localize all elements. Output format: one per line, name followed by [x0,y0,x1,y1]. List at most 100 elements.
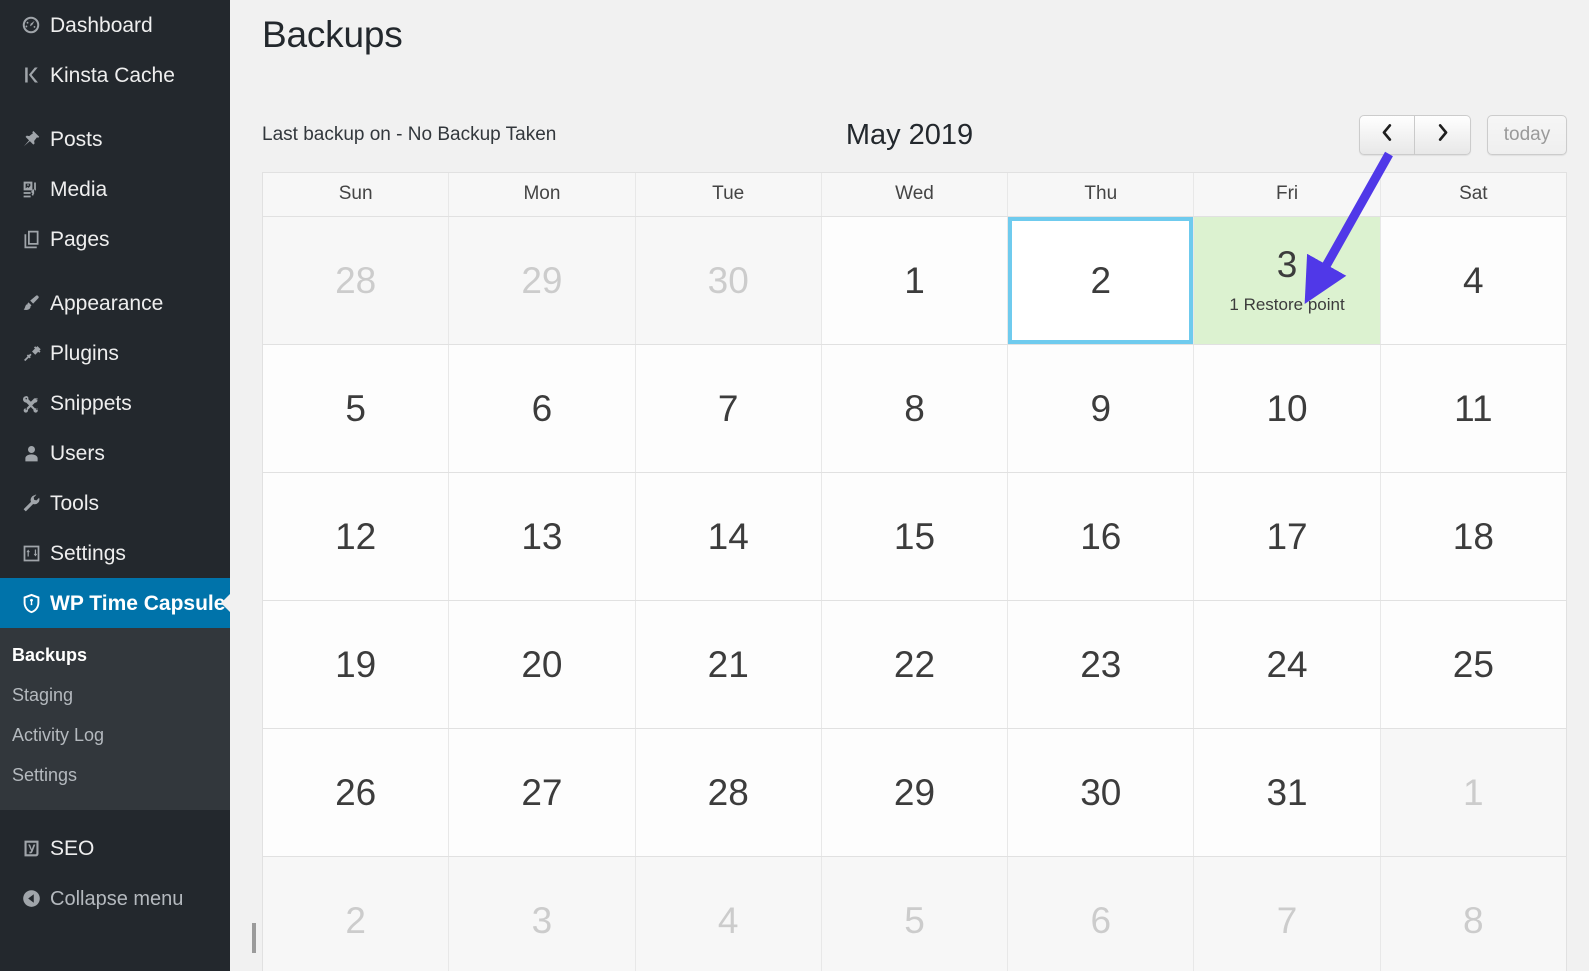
calendar-day-cell[interactable]: 10 [1193,345,1379,472]
sidebar-item-posts[interactable]: Posts [0,114,230,164]
calendar-day-cell[interactable]: 6 [448,345,634,472]
calendar-day-number: 23 [1080,646,1121,683]
sidebar-item-label: Media [50,179,107,200]
calendar-day-number: 28 [335,262,376,299]
calendar-day-cell[interactable]: 22 [821,601,1007,728]
sidebar-item-seo[interactable]: SEO [0,824,230,874]
calendar-day-cell[interactable]: 23 [1007,601,1193,728]
calendar-day-cell[interactable]: 4 [635,857,821,971]
calendar-day-cell[interactable]: 6 [1007,857,1193,971]
calendar-day-cell[interactable]: 28 [263,217,448,344]
collapse-arrow-icon [12,888,50,909]
sidebar-group-primary: Dashboard Kinsta Cache Posts Media [0,0,230,924]
sidebar-item-snippets[interactable]: Snippets [0,378,230,428]
prev-month-button[interactable] [1359,115,1415,155]
sidebar-item-dashboard[interactable]: Dashboard [0,0,230,50]
calendar-day-cell[interactable]: 14 [635,473,821,600]
calendar-day-number: 3 [532,902,553,939]
calendar-day-number: 4 [718,902,739,939]
sidebar-subitem-staging[interactable]: Staging [0,676,230,716]
calendar-day-cell[interactable]: 5 [821,857,1007,971]
calendar-day-number: 10 [1266,390,1307,427]
pin-icon [12,129,50,150]
sidebar-item-appearance[interactable]: Appearance [0,278,230,328]
sidebar-item-tools[interactable]: Tools [0,478,230,528]
calendar-day-cell[interactable]: 19 [263,601,448,728]
calendar-day-cell[interactable]: 27 [448,729,634,856]
calendar-day-cell[interactable]: 1 [821,217,1007,344]
calendar-day-number: 28 [708,774,749,811]
calendar-day-number: 18 [1453,518,1494,555]
plug-icon [12,343,50,364]
calendar-day-cell[interactable]: 4 [1380,217,1566,344]
restore-point-label[interactable]: 1 Restore point [1229,295,1344,315]
calendar-day-cell[interactable]: 8 [1380,857,1566,971]
sidebar-item-label: Snippets [50,393,132,414]
calendar-day-cell[interactable]: 30 [635,217,821,344]
sidebar-item-plugins[interactable]: Plugins [0,328,230,378]
calendar-day-cell[interactable]: 9 [1007,345,1193,472]
sidebar-subitem-activity-log[interactable]: Activity Log [0,716,230,756]
sidebar-subitem-settings[interactable]: Settings [0,756,230,796]
calendar-day-cell[interactable]: 11 [1380,345,1566,472]
sidebar-item-media[interactable]: Media [0,164,230,214]
calendar-day-number: 20 [521,646,562,683]
calendar-day-cell[interactable]: 31 Restore point [1193,217,1379,344]
calendar-day-number: 31 [1266,774,1307,811]
sidebar-item-pages[interactable]: Pages [0,214,230,264]
calendar-weeks: 2829301231 Restore point4567891011121314… [263,216,1566,971]
calendar-day-cell[interactable]: 21 [635,601,821,728]
calendar-day-cell[interactable]: 2 [1007,217,1193,344]
calendar-day-number: 7 [718,390,739,427]
calendar-day-cell[interactable]: 1 [1380,729,1566,856]
sidebar-item-users[interactable]: Users [0,428,230,478]
calendar-week-row: 121314 15 1617 18 [263,472,1566,600]
sidebar-item-kinsta-cache[interactable]: Kinsta Cache [0,50,230,100]
calendar-day-cell[interactable]: 17 [1193,473,1379,600]
admin-sidebar: Dashboard Kinsta Cache Posts Media [0,0,230,971]
calendar-day-cell[interactable]: 20 [448,601,634,728]
calendar-day-number: 30 [708,262,749,299]
page-title: Backups [230,0,1589,56]
sidebar-item-collapse-menu[interactable]: Collapse menu [0,874,230,924]
calendar-day-number: 30 [1080,774,1121,811]
calendar-day-number: 1 [904,262,925,299]
sidebar-item-label: Dashboard [50,15,153,36]
calendar-day-cell[interactable]: 12 [263,473,448,600]
calendar-day-cell[interactable]: 25 [1380,601,1566,728]
sidebar-divider [0,810,230,824]
calendar-day-number: 25 [1453,646,1494,683]
calendar-day-cell[interactable]: 31 [1193,729,1379,856]
media-icon [12,179,50,200]
calendar-day-cell[interactable]: 8 [821,345,1007,472]
calendar-day-number: 2 [1090,262,1111,299]
calendar-day-cell[interactable]: 5 [263,345,448,472]
calendar-day-number: 19 [335,646,376,683]
calendar-day-cell[interactable]: 13 [448,473,634,600]
calendar-day-cell[interactable]: 3 [448,857,634,971]
sidebar-item-wp-time-capsule[interactable]: WP Time Capsule [0,578,230,628]
calendar-day-cell[interactable]: 28 [635,729,821,856]
next-month-button[interactable] [1415,115,1471,155]
calendar-day-cell[interactable]: 16 [1007,473,1193,600]
calendar-toolbar: Last backup on - No Backup Taken May 201… [230,98,1589,172]
calendar-day-cell[interactable]: 26 [263,729,448,856]
sidebar-item-settings[interactable]: Settings [0,528,230,578]
calendar-day-cell[interactable]: 2 [263,857,448,971]
calendar-day-cell[interactable]: 15 [821,473,1007,600]
calendar-day-cell[interactable]: 29 [821,729,1007,856]
calendar-week-row: 2627 28 29 30 31 1 [263,728,1566,856]
sidebar-item-label: Plugins [50,343,119,364]
active-arrow-indicator [221,593,230,613]
calendar-week-row: 56 7 89 10 11 [263,344,1566,472]
calendar-day-cell[interactable]: 29 [448,217,634,344]
horizontal-scroll-nub[interactable] [252,923,256,953]
calendar-day-cell[interactable]: 7 [635,345,821,472]
sidebar-subitem-backups[interactable]: Backups [0,636,230,676]
calendar-day-cell[interactable]: 18 [1380,473,1566,600]
calendar-day-cell[interactable]: 7 [1193,857,1379,971]
today-button[interactable]: today [1487,115,1567,155]
calendar-day-cell[interactable]: 24 [1193,601,1379,728]
calendar-day-number: 15 [894,518,935,555]
calendar-day-cell[interactable]: 30 [1007,729,1193,856]
